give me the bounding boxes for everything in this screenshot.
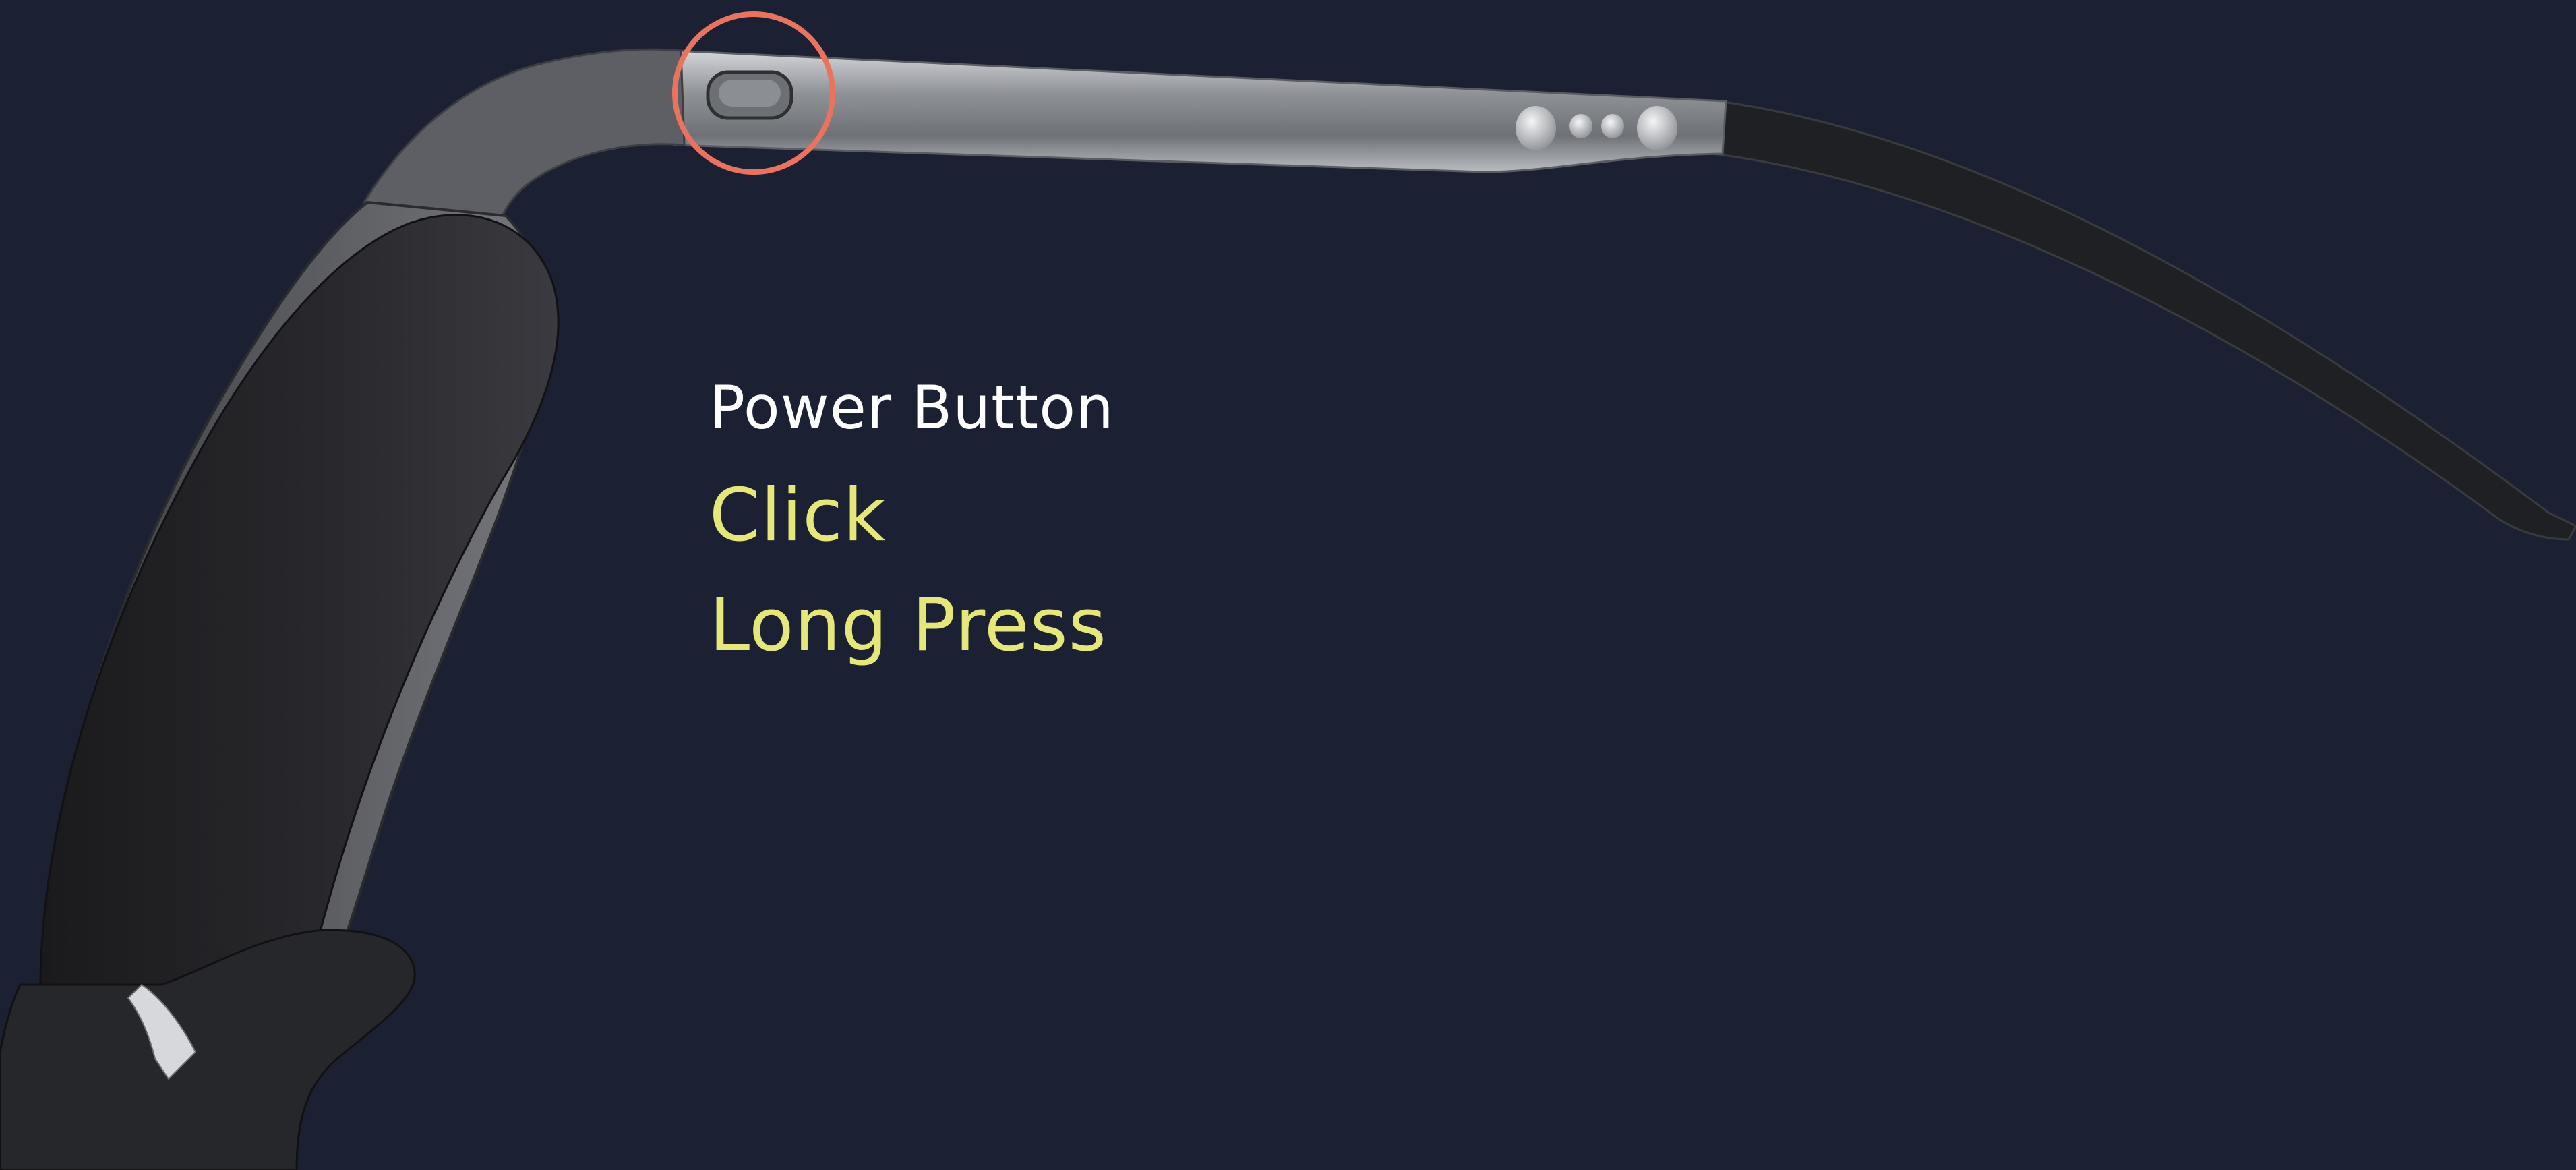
gesture-long-press: Long Press	[709, 583, 1107, 668]
power-button-callout: Power Button Click Long Press	[709, 368, 1114, 680]
lens	[39, 214, 560, 1006]
gesture-click: Click	[709, 473, 887, 558]
product-illustration: Power Button Click Long Press	[0, 0, 2576, 1170]
gesture-list: Click Long Press	[709, 461, 1114, 680]
callout-title: Power Button	[709, 373, 1114, 442]
hinge-bend	[362, 48, 686, 217]
speaker-dot-1	[1516, 106, 1556, 150]
smart-glasses-image	[0, 11, 2576, 1170]
speaker-dot-3	[1601, 114, 1624, 138]
temple-tip	[1711, 100, 2576, 541]
speaker-dot-4	[1637, 106, 1677, 150]
speaker-dot-2	[1569, 114, 1592, 138]
